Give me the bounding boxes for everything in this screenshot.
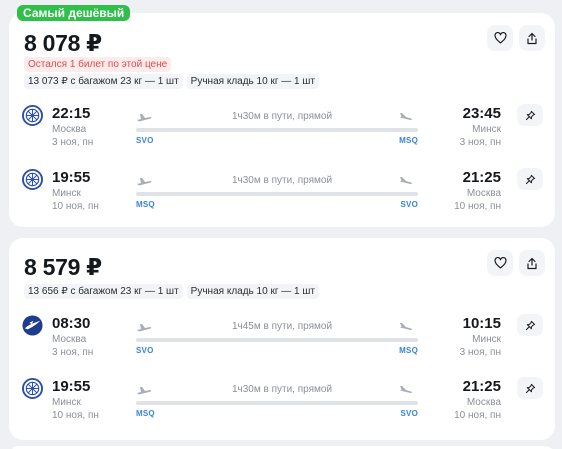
departure-date: 3 ноя, пн <box>52 347 94 358</box>
share-button[interactable] <box>519 250 545 276</box>
pin-segment-button[interactable] <box>517 104 543 126</box>
ticket-price: 8 078 ₽ <box>24 30 102 56</box>
arrival-city: Москва <box>466 397 501 408</box>
pin-segment-button[interactable] <box>517 377 543 399</box>
pin-icon <box>525 110 535 120</box>
share-icon <box>527 32 537 44</box>
takeoff-icon <box>137 324 152 332</box>
pin-segment-button[interactable] <box>517 314 543 336</box>
route-line <box>136 192 418 196</box>
landing-icon <box>400 386 412 394</box>
arrival-airport-code: SVO <box>400 409 418 418</box>
departure-time: 19:55 <box>52 378 91 395</box>
arrival-date: 10 ноя, пн <box>454 410 501 421</box>
route-line <box>136 338 418 342</box>
share-icon <box>527 257 537 269</box>
flight-segment: 08:30 Москва 3 ноя, пн 1ч45м в пути, пря… <box>9 314 555 370</box>
departure-date: 10 ноя, пн <box>52 201 99 212</box>
arrival-city: Минск <box>472 124 501 135</box>
pin-segment-button[interactable] <box>517 168 543 190</box>
hand-luggage-option: Ручная кладь 10 кг — 1 шт <box>186 284 319 299</box>
departure-time: 22:15 <box>52 105 91 122</box>
departure-date: 3 ноя, пн <box>52 137 94 148</box>
arrival-date: 10 ноя, пн <box>454 201 501 212</box>
favorite-button[interactable] <box>487 250 513 276</box>
pin-icon <box>525 174 535 184</box>
arrival-city: Москва <box>466 188 501 199</box>
arrival-city: Минск <box>472 334 501 345</box>
departure-city: Минск <box>52 397 81 408</box>
arrival-time: 21:25 <box>462 169 501 186</box>
departure-city: Москва <box>52 334 87 345</box>
hand-luggage-option: Ручная кладь 10 кг — 1 шт <box>186 74 319 89</box>
baggage-option[interactable]: 13 656 ₽ с багажом 23 кг — 1 шт <box>24 284 183 299</box>
departure-airport-code: MSQ <box>136 200 155 209</box>
route-line <box>136 401 418 405</box>
airline-logo-circle-icon <box>22 105 43 126</box>
flight-duration: 1ч30м в пути, прямой <box>231 384 333 395</box>
departure-airport-code: MSQ <box>136 409 155 418</box>
route-line <box>136 128 418 132</box>
departure-airport-code: SVO <box>136 136 154 145</box>
arrival-airport-code: SVO <box>400 200 418 209</box>
takeoff-icon <box>137 114 152 122</box>
cheapest-badge: Самый дешёвый <box>17 5 131 21</box>
takeoff-icon <box>137 387 152 395</box>
pin-icon <box>525 320 535 330</box>
departure-airport-code: SVO <box>136 346 154 355</box>
arrival-airport-code: MSQ <box>399 136 418 145</box>
arrival-date: 3 ноя, пн <box>459 137 501 148</box>
pin-icon <box>525 383 535 393</box>
departure-date: 10 ноя, пн <box>52 410 99 421</box>
share-button[interactable] <box>519 25 545 51</box>
ticket-card[interactable]: 8 078 ₽ Остался 1 билет по этой цене 13 … <box>9 13 555 227</box>
landing-icon <box>400 177 412 185</box>
arrival-time: 10:15 <box>462 315 501 332</box>
heart-icon <box>493 32 507 44</box>
fare-options: 13 656 ₽ с багажом 23 кг — 1 шт Ручная к… <box>24 284 319 299</box>
airline-logo-bird-icon <box>22 315 43 336</box>
heart-icon <box>493 257 507 269</box>
ticket-card[interactable]: 8 579 ₽ 13 656 ₽ с багажом 23 кг — 1 шт … <box>9 238 555 440</box>
favorite-button[interactable] <box>487 25 513 51</box>
landing-icon <box>400 113 412 121</box>
departure-time: 08:30 <box>52 315 91 332</box>
flight-duration: 1ч30м в пути, прямой <box>231 111 333 122</box>
arrival-airport-code: MSQ <box>399 346 418 355</box>
landing-icon <box>400 323 412 331</box>
fare-options: 13 073 ₽ с багажом 23 кг — 1 шт Ручная к… <box>24 74 319 89</box>
departure-time: 19:55 <box>52 169 91 186</box>
arrival-time: 21:25 <box>462 378 501 395</box>
last-ticket-warning: Остался 1 билет по этой цене <box>24 57 172 72</box>
airline-logo-circle-icon <box>22 378 43 399</box>
departure-city: Москва <box>52 124 87 135</box>
ticket-price: 8 579 ₽ <box>24 254 102 280</box>
flight-segment: 22:15 Москва 3 ноя, пн 1ч30м в пути, пря… <box>9 104 555 160</box>
flight-duration: 1ч45м в пути, прямой <box>231 321 333 332</box>
airline-logo-circle-icon <box>22 169 43 190</box>
flight-duration: 1ч30м в пути, прямой <box>231 175 333 186</box>
arrival-time: 23:45 <box>462 105 501 122</box>
baggage-option[interactable]: 13 073 ₽ с багажом 23 кг — 1 шт <box>24 74 183 89</box>
flight-segment: 19:55 Минск 10 ноя, пн 1ч30м в пути, пря… <box>9 377 555 433</box>
departure-city: Минск <box>52 188 81 199</box>
takeoff-icon <box>137 178 152 186</box>
arrival-date: 3 ноя, пн <box>459 347 501 358</box>
flight-segment: 19:55 Минск 10 ноя, пн 1ч30м в пути, пря… <box>9 168 555 224</box>
